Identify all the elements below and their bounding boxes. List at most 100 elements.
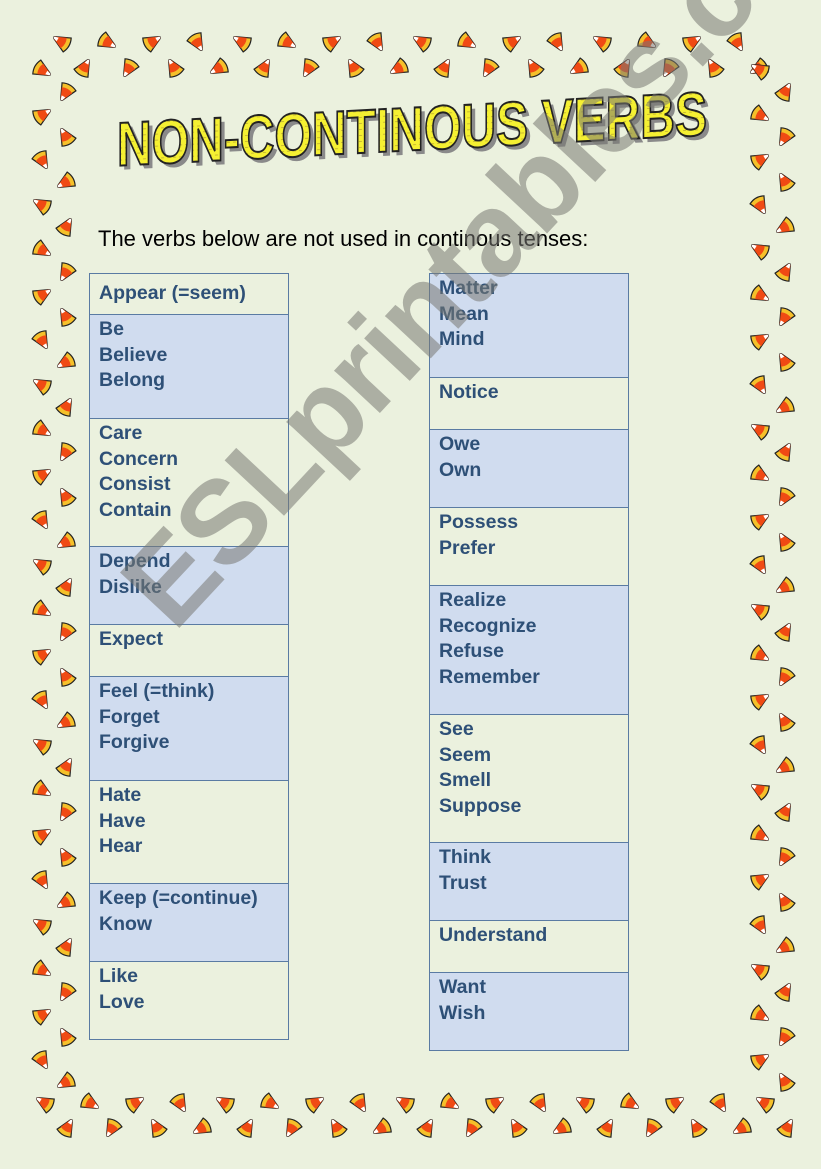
candy-corn-icon (56, 1119, 73, 1138)
instructions: The verbs below are not used in continou… (98, 226, 589, 251)
verb-item: Consist (99, 473, 171, 495)
candy-corn-icon (60, 262, 77, 281)
verb-group: Understand (430, 920, 628, 972)
candy-corn-icon (32, 649, 51, 666)
candy-corn-icon (36, 1097, 55, 1114)
verb-item: Owe (439, 433, 481, 455)
candy-corn-icon (779, 1073, 796, 1092)
candy-corn-icon (32, 599, 51, 616)
candy-corn-icon (749, 195, 766, 214)
candy-corn-icon (31, 690, 48, 709)
candy-corn-icon (433, 59, 450, 78)
candy-corn-icon (546, 32, 563, 51)
verb-item: Contain (99, 498, 172, 521)
candy-corn-icon (750, 514, 769, 531)
candy-corn-icon (413, 36, 432, 53)
candy-corn-icon (779, 1027, 796, 1046)
candy-corn-icon (457, 31, 476, 48)
candy-corn-icon (779, 713, 796, 732)
candy-corn-icon (396, 1097, 415, 1114)
candy-corn-icon (774, 623, 791, 642)
candy-corn-icon (31, 150, 48, 169)
candy-corn-icon (277, 31, 296, 48)
candy-corn-icon (774, 983, 791, 1002)
candy-corn-icon (665, 1097, 684, 1114)
candy-corn-icon (390, 57, 409, 74)
verb-group: Feel (=think) Forget Forgive (90, 676, 288, 780)
candy-corn-icon (210, 57, 229, 74)
candy-corn-icon (750, 284, 769, 301)
candy-corn-icon (529, 1093, 546, 1112)
verb-group: Want Wish (430, 972, 628, 1050)
verb-item: Appear (=seem) (99, 282, 246, 304)
candy-corn-icon (123, 58, 140, 77)
candy-corn-icon (750, 104, 769, 121)
verb-item: Dislike (99, 575, 162, 598)
candy-corn-icon (646, 1118, 663, 1137)
candy-corn-icon (709, 1093, 726, 1112)
candy-corn-icon (750, 644, 769, 661)
verb-item: Own (439, 458, 482, 481)
candy-corn-icon (253, 59, 270, 78)
candy-corn-icon (756, 1097, 775, 1114)
candy-corn-icon (303, 58, 320, 77)
verb-item: Mind (439, 328, 485, 350)
candy-corn-icon (779, 487, 796, 506)
verb-group: Expect (90, 624, 288, 676)
candy-corn-icon (774, 443, 791, 462)
verb-item: Depend (99, 550, 171, 572)
candy-corn-icon (750, 874, 769, 891)
candy-corn-icon (32, 959, 51, 976)
candy-corn-icon (366, 32, 383, 51)
candy-corn-icon (33, 739, 52, 756)
candy-corn-icon (31, 510, 48, 529)
verb-group: Be Believe Belong (90, 314, 288, 418)
candy-corn-icon (33, 379, 52, 396)
candy-corn-icon (57, 891, 76, 908)
verb-group: Matter Mean Mind (430, 274, 628, 377)
candy-corn-icon (57, 351, 76, 368)
candy-corn-icon (576, 1097, 595, 1114)
candy-corn-icon (151, 1119, 168, 1138)
verb-group: Depend Dislike (90, 546, 288, 624)
candy-corn-icon (322, 36, 341, 53)
candy-corn-icon (97, 31, 116, 48)
candy-corn-icon (779, 173, 796, 192)
candy-corn-icon (60, 668, 77, 687)
candy-corn-icon (440, 1092, 459, 1109)
candy-corn-icon (125, 1097, 144, 1114)
candy-corn-icon (751, 244, 770, 261)
candy-corn-icon (32, 419, 51, 436)
verb-item: Seem (439, 743, 492, 766)
verb-item: Have (99, 809, 146, 832)
candy-corn-icon (57, 711, 76, 728)
candy-corn-icon (776, 216, 795, 233)
verb-item: Smell (439, 769, 492, 791)
candy-corn-icon (485, 1097, 504, 1114)
candy-corn-icon (726, 32, 743, 51)
candy-corn-icon (750, 57, 769, 74)
candy-corn-icon (80, 1092, 99, 1109)
candy-corn-icon (32, 59, 51, 76)
verb-item: Notice (439, 381, 499, 403)
candy-corn-icon (779, 533, 796, 552)
candy-corn-icon (776, 576, 795, 593)
candy-corn-icon (60, 442, 77, 461)
candy-corn-icon (750, 1004, 769, 1021)
candy-corn-icon (749, 375, 766, 394)
candy-corn-icon (60, 982, 77, 1001)
verb-item: Matter (439, 277, 498, 299)
candy-corn-icon (733, 1117, 752, 1134)
candy-corn-icon (186, 32, 203, 51)
candy-corn-icon (331, 1119, 348, 1138)
candy-corn-icon (750, 464, 769, 481)
candy-corn-icon (682, 36, 701, 53)
candy-corn-icon (57, 171, 76, 188)
verb-group: See Seem Smell Suppose (430, 714, 628, 842)
verb-item: Forget (99, 705, 160, 728)
candy-corn-icon (663, 58, 680, 77)
candy-corn-icon (57, 531, 76, 548)
verb-item: Believe (99, 343, 168, 366)
verb-group: Like Love (90, 961, 288, 1039)
candy-corn-icon (750, 334, 769, 351)
